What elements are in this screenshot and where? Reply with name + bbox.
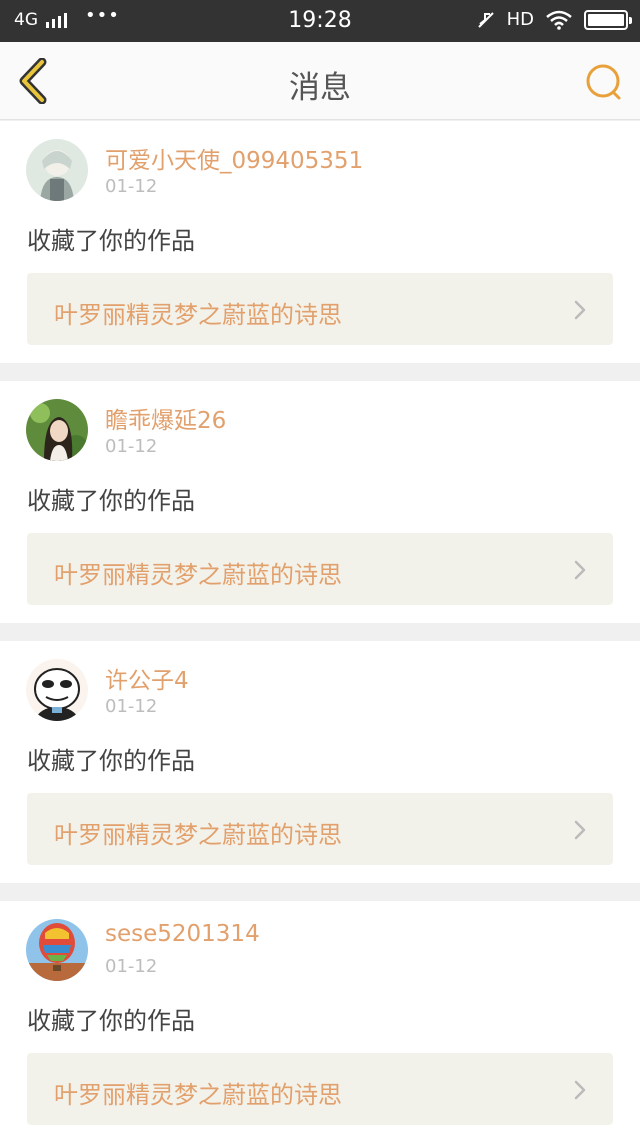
work-title: 叶罗丽精灵梦之蔚蓝的诗思: [54, 821, 342, 849]
battery-icon: [584, 9, 632, 30]
work-title: 叶罗丽精灵梦之蔚蓝的诗思: [54, 561, 342, 589]
work-link[interactable]: 叶罗丽精灵梦之蔚蓝的诗思: [27, 533, 613, 605]
message-date: 01-12: [105, 176, 158, 197]
avatar[interactable]: [26, 139, 88, 201]
chevron-right-icon: [574, 300, 586, 320]
status-bar: 4G ••• 19:28 HD: [0, 0, 640, 42]
message-date: 01-12: [105, 956, 158, 977]
mute-icon: [477, 11, 494, 28]
chevron-right-icon: [574, 1080, 586, 1100]
work-link[interactable]: 叶罗丽精灵梦之蔚蓝的诗思: [27, 1053, 613, 1125]
avatar[interactable]: [26, 399, 88, 461]
username[interactable]: 可爱小天使_099405351: [105, 141, 363, 175]
message-date: 01-12: [105, 436, 158, 457]
message-card: sese5201314 01-12 收藏了你的作品 叶罗丽精灵梦之蔚蓝的诗思: [0, 901, 640, 1138]
avatar[interactable]: [26, 919, 88, 981]
work-title: 叶罗丽精灵梦之蔚蓝的诗思: [54, 1081, 342, 1109]
page-title: 消息: [289, 70, 351, 106]
status-right: HD: [477, 9, 632, 30]
username[interactable]: 许公子4: [105, 661, 189, 695]
action-text: 收藏了你的作品: [27, 747, 195, 775]
avatar[interactable]: [26, 659, 88, 721]
action-text: 收藏了你的作品: [27, 227, 195, 255]
chevron-right-icon: [574, 820, 586, 840]
action-text: 收藏了你的作品: [27, 487, 195, 515]
work-title: 叶罗丽精灵梦之蔚蓝的诗思: [54, 301, 342, 329]
username[interactable]: 瞻乖爆延26: [105, 401, 226, 435]
search-icon: [586, 64, 621, 100]
message-date: 01-12: [105, 696, 158, 717]
wifi-icon: [546, 10, 572, 30]
message-card: 许公子4 01-12 收藏了你的作品 叶罗丽精灵梦之蔚蓝的诗思: [0, 641, 640, 883]
work-link[interactable]: 叶罗丽精灵梦之蔚蓝的诗思: [27, 793, 613, 865]
username[interactable]: sese5201314: [105, 921, 260, 947]
work-link[interactable]: 叶罗丽精灵梦之蔚蓝的诗思: [27, 273, 613, 345]
message-list: 可爱小天使_099405351 01-12 收藏了你的作品 叶罗丽精灵梦之蔚蓝的…: [0, 121, 640, 1138]
message-card: 可爱小天使_099405351 01-12 收藏了你的作品 叶罗丽精灵梦之蔚蓝的…: [0, 121, 640, 363]
action-text: 收藏了你的作品: [27, 1007, 195, 1035]
hd-indicator: HD: [506, 9, 534, 30]
chevron-right-icon: [574, 560, 586, 580]
nav-bar: 消息: [0, 42, 640, 120]
search-button[interactable]: [584, 62, 624, 102]
message-card: 瞻乖爆延26 01-12 收藏了你的作品 叶罗丽精灵梦之蔚蓝的诗思: [0, 381, 640, 623]
